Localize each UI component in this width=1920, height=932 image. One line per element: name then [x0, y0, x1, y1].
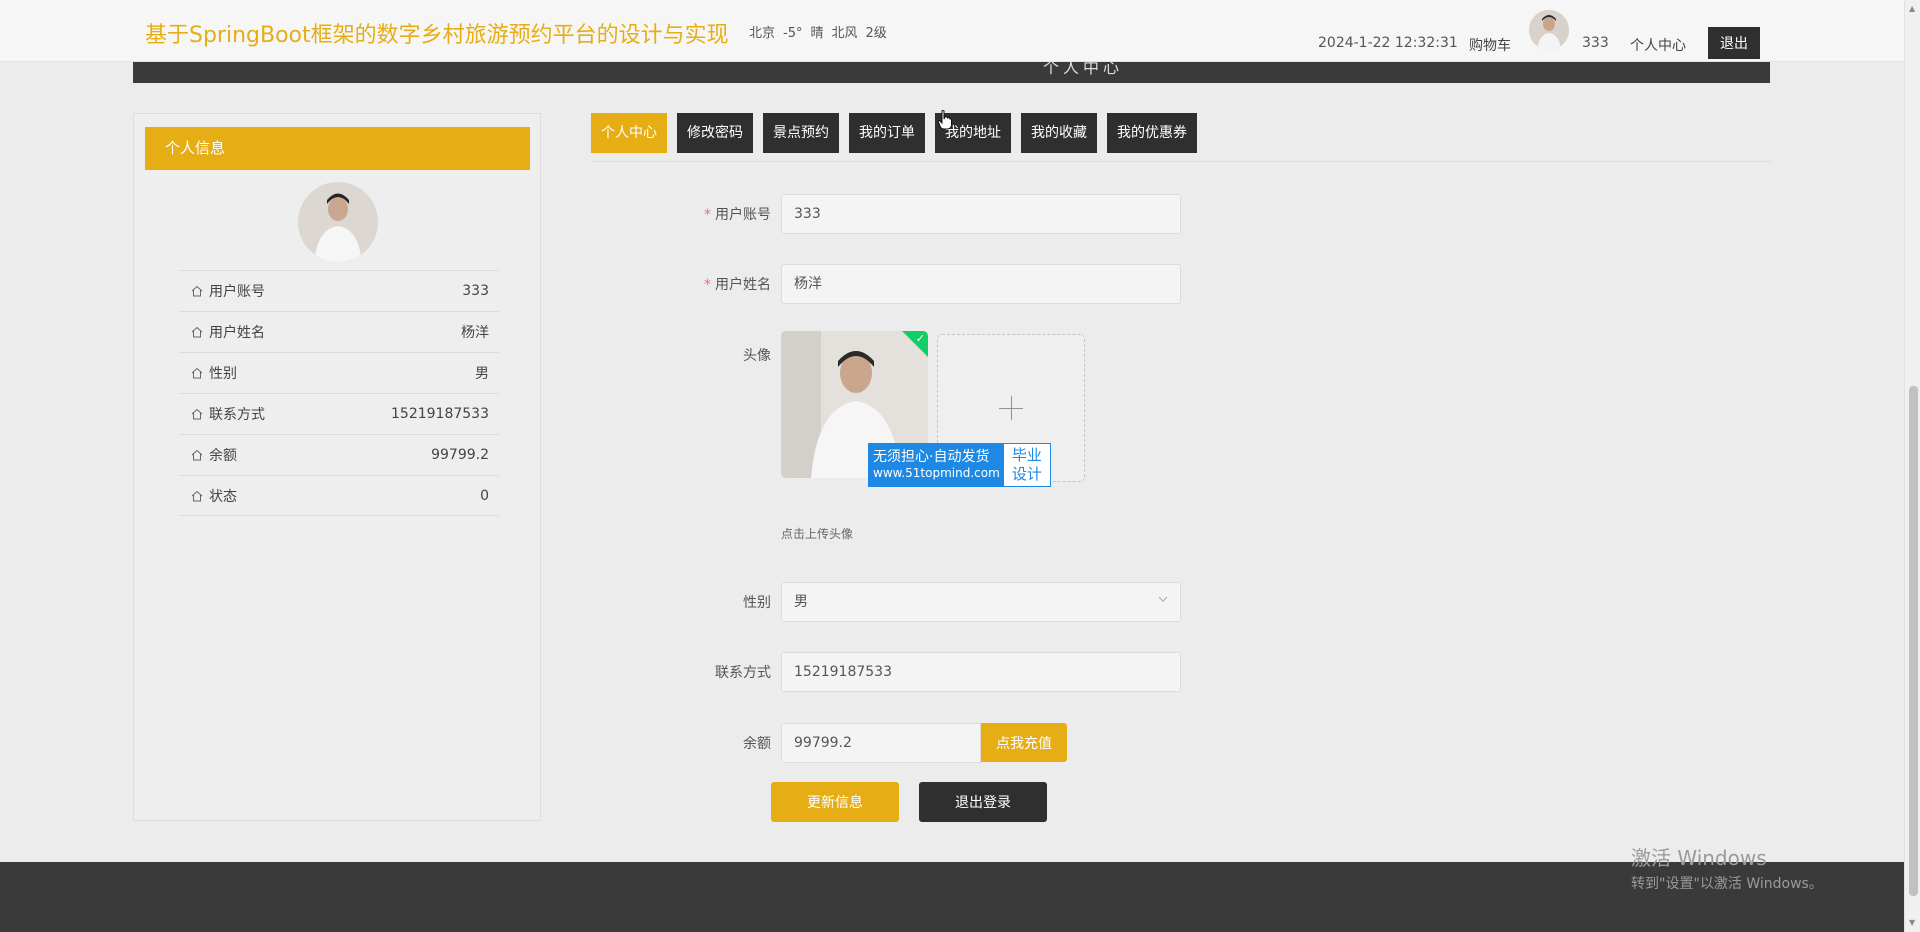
scroll-up-icon[interactable]: ▲	[1909, 4, 1915, 13]
top-header: 基于SpringBoot框架的数字乡村旅游预约平台的设计与实现 北京 -5° 晴北风…	[0, 0, 1904, 62]
page-footer	[0, 862, 1904, 932]
phone-label: 联系方式	[715, 665, 771, 681]
panel-avatar	[298, 182, 378, 262]
info-label: 性别	[209, 366, 237, 382]
header-logout-button[interactable]: 退出	[1708, 27, 1760, 59]
info-value: 99799.2	[431, 447, 489, 463]
weather-widget: 北京 -5° 晴北风 2级	[749, 22, 895, 41]
info-label: 状态	[209, 488, 237, 505]
profile-tabs: 个人中心 修改密码 景点预约 我的订单 我的地址 我的收藏 我的优惠券	[591, 113, 1207, 153]
home-icon	[191, 408, 203, 420]
watermark-line1: 无须担心·自动发货	[873, 449, 990, 465]
home-icon	[191, 449, 203, 461]
info-label: 用户账号	[209, 284, 265, 300]
home-icon	[191, 490, 203, 501]
logout-button[interactable]: 退出登录	[919, 782, 1047, 822]
weather-wind: 北风	[831, 26, 858, 41]
info-label: 余额	[209, 448, 237, 464]
name-input[interactable]: 杨洋	[781, 264, 1181, 304]
info-row-gender: 性别 男	[179, 352, 499, 393]
person-photo-icon	[1529, 10, 1569, 50]
phone-input[interactable]: 15219187533	[781, 652, 1181, 692]
weather-city: 北京	[749, 26, 776, 41]
info-row-balance: 余额 99799.2	[179, 434, 499, 475]
scroll-down-icon[interactable]: ▼	[1909, 918, 1915, 927]
info-value: 0	[480, 487, 489, 504]
user-center-link[interactable]: 个人中心	[1630, 35, 1686, 55]
info-value: 333	[462, 283, 489, 299]
info-row-status: 状态 0	[179, 475, 499, 516]
activation-title: 激活 Windows	[1631, 846, 1767, 870]
weather-temp: -5°	[783, 26, 803, 41]
account-input[interactable]: 333	[781, 194, 1181, 234]
home-icon	[191, 285, 203, 297]
profile-panel: 个人信息 用户账号 333 用户姓名 杨洋 性别 男 联系方式 15219187…	[133, 113, 541, 821]
gender-label: 性别	[743, 595, 771, 611]
profile-info-list: 用户账号 333 用户姓名 杨洋 性别 男 联系方式 15219187533 余…	[179, 270, 499, 516]
scrollbar[interactable]: ▲ ▼	[1904, 0, 1920, 932]
info-value: 15219187533	[391, 406, 489, 422]
person-photo-icon	[298, 182, 378, 262]
recharge-button[interactable]: 点我充值	[981, 723, 1067, 762]
panel-title: 个人信息	[145, 127, 530, 170]
watermark-side-line1: 毕业	[1011, 446, 1042, 464]
header-username: 333	[1582, 35, 1609, 51]
balance-input[interactable]: 99799.2	[781, 723, 981, 763]
datetime: 2024-1-22 12:32:31	[1318, 35, 1458, 51]
chevron-down-icon	[1158, 596, 1168, 602]
update-info-button[interactable]: 更新信息	[771, 782, 899, 822]
cart-link[interactable]: 购物车	[1469, 35, 1511, 55]
tab-change-password[interactable]: 修改密码	[677, 113, 753, 153]
tab-my-favorites[interactable]: 我的收藏	[1021, 113, 1097, 153]
windows-activation-notice: 激活 Windows 转到"设置"以激活 Windows。	[1631, 842, 1823, 893]
site-title[interactable]: 基于SpringBoot框架的数字乡村旅游预约平台的设计与实现	[145, 17, 729, 49]
account-label: * 用户账号	[704, 207, 771, 223]
header-avatar[interactable]	[1529, 10, 1569, 50]
watermark-line2: www.51topmind.com	[873, 466, 1000, 480]
upload-hint: 点击上传头像	[781, 527, 854, 541]
page-banner: 个人中心	[133, 58, 1770, 83]
home-icon	[191, 367, 203, 379]
info-value: 杨洋	[461, 325, 489, 341]
info-row-phone: 联系方式 15219187533	[179, 393, 499, 434]
avatar-label: 头像	[743, 348, 771, 364]
info-value: 男	[475, 366, 489, 382]
weather-level: 2级	[865, 26, 887, 41]
watermark-side-line2: 设计	[1011, 465, 1042, 483]
activation-subtitle: 转到"设置"以激活 Windows。	[1631, 876, 1823, 892]
info-label: 用户姓名	[209, 325, 265, 341]
hand-cursor-icon	[938, 110, 952, 130]
gender-select[interactable]: 男	[781, 582, 1181, 622]
tab-attraction-booking[interactable]: 景点预约	[763, 113, 839, 153]
weather-condition: 晴	[810, 26, 824, 41]
tab-my-coupons[interactable]: 我的优惠券	[1107, 113, 1197, 153]
watermark-badge: 无须担心·自动发货 www.51topmind.com 毕业 设计	[868, 443, 1051, 487]
balance-label: 余额	[743, 736, 771, 752]
tab-my-orders[interactable]: 我的订单	[849, 113, 925, 153]
info-row-account: 用户账号 333	[179, 270, 499, 311]
tab-user-center[interactable]: 个人中心	[591, 113, 667, 153]
name-label: * 用户姓名	[704, 277, 771, 293]
tab-divider	[591, 161, 1771, 162]
check-icon: ✓	[915, 332, 925, 345]
scrollbar-thumb[interactable]	[1909, 386, 1918, 896]
info-label: 联系方式	[209, 407, 265, 423]
info-row-name: 用户姓名 杨洋	[179, 311, 499, 352]
home-icon	[191, 326, 203, 338]
